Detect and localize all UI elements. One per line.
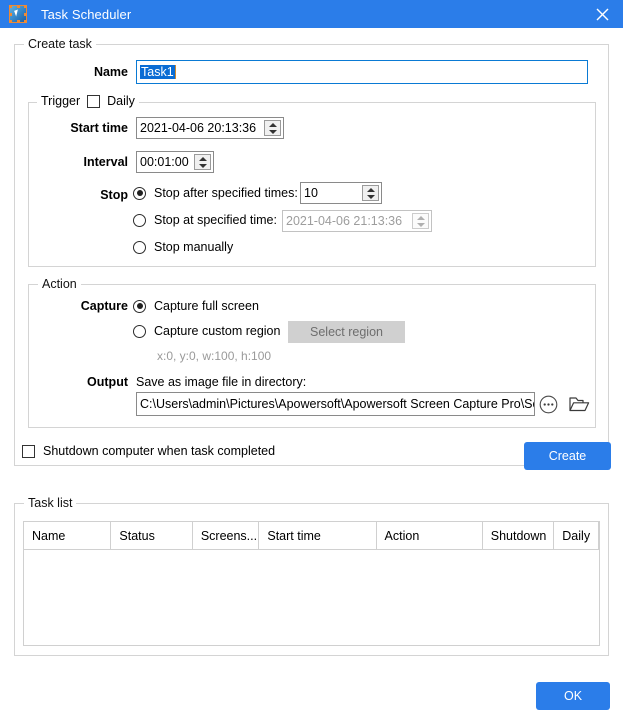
screen-capture-crop-icon [9, 5, 27, 23]
select-region-button[interactable]: Select region [288, 321, 405, 343]
interval-label: Interval [83, 155, 128, 169]
stop-at-time-spinner[interactable] [412, 213, 429, 229]
capture-label: Capture [80, 299, 128, 313]
output-path-input[interactable]: C:\Users\admin\Pictures\Apowersoft\Apowe… [136, 392, 535, 416]
name-label: Name [93, 65, 128, 79]
trigger-group-label: Trigger [41, 94, 81, 108]
capture-full-screen-option[interactable]: Capture full screen [133, 299, 259, 313]
ellipsis-circle-icon[interactable] [538, 394, 558, 414]
table-header-name[interactable]: Name [24, 522, 112, 549]
stop-times-spinner[interactable] [362, 185, 379, 201]
start-time-value: 2021-04-06 20:13:36 [140, 121, 257, 135]
capture-full-screen-radio[interactable] [133, 299, 146, 313]
capture-full-screen-label: Capture full screen [154, 299, 259, 313]
output-caption: Save as image file in directory: [136, 375, 307, 389]
table-header-daily[interactable]: Daily [554, 522, 599, 549]
stop-times-spin-down[interactable] [363, 193, 378, 200]
table-header-action[interactable]: Action [377, 522, 483, 549]
capture-custom-region-option[interactable]: Capture custom region [133, 324, 280, 338]
table-header-label: Start time [267, 528, 321, 543]
start-time-spin-up[interactable] [265, 121, 280, 128]
table-header-status[interactable]: Status [111, 522, 193, 549]
interval-spinner[interactable] [194, 154, 211, 170]
output-label: Output [87, 375, 128, 389]
shutdown-checkbox[interactable] [22, 444, 35, 458]
stop-after-times-option[interactable]: Stop after specified times: [133, 186, 298, 200]
table-header-label: Shutdown [490, 528, 547, 543]
stop-at-time-value: 2021-04-06 21:13:36 [286, 214, 403, 228]
stop-after-times-label: Stop after specified times: [154, 186, 298, 200]
table-header-label: Status [119, 528, 155, 543]
task-list-table: Name Status Screens... Start time Action Shut… [23, 521, 600, 646]
table-header-label: Daily [562, 528, 591, 543]
capture-custom-region-radio[interactable] [133, 324, 146, 338]
name-input[interactable]: Task1 [136, 60, 588, 84]
create-button[interactable]: Create [524, 442, 611, 470]
start-time-spin-down[interactable] [265, 128, 280, 135]
stop-after-times-radio[interactable] [133, 186, 146, 200]
task-list-group-label: Task list [24, 496, 77, 510]
start-time-spinner[interactable] [264, 120, 281, 136]
stop-manually-option[interactable]: Stop manually [133, 240, 233, 254]
stop-at-time-option[interactable]: Stop at specified time: [133, 213, 277, 227]
create-task-group-label: Create task [24, 37, 96, 51]
stop-at-time-label: Stop at specified time: [154, 213, 277, 227]
close-icon[interactable] [581, 0, 623, 28]
table-header-label: Action [384, 528, 420, 543]
task-list-header-row: Name Status Screens... Start time Action Shut… [24, 522, 599, 550]
shutdown-option[interactable]: Shutdown computer when task completed [22, 444, 275, 458]
table-header-shutdown[interactable]: Shutdown [483, 522, 555, 549]
output-path-value: C:\Users\admin\Pictures\Apowersoft\Apowe… [140, 397, 535, 411]
table-header-label: Screens... [200, 528, 258, 543]
stop-label: Stop [100, 188, 128, 202]
shutdown-label: Shutdown computer when task completed [43, 444, 276, 458]
region-info-text: x:0, y:0, w:100, h:100 [157, 349, 272, 363]
capture-custom-region-label: Capture custom region [154, 324, 281, 338]
daily-label: Daily [107, 94, 135, 108]
stop-manually-label: Stop manually [154, 240, 234, 254]
title-bar: Task Scheduler [0, 0, 623, 28]
action-group-label: Action [38, 277, 81, 291]
table-header-label: Name [32, 528, 66, 543]
stop-at-time-input[interactable]: 2021-04-06 21:13:36 [282, 210, 432, 232]
stop-at-time-radio[interactable] [133, 213, 146, 227]
stop-times-spin-up[interactable] [363, 186, 378, 193]
stop-at-time-spin-up[interactable] [413, 214, 428, 221]
table-header-screens[interactable]: Screens... [193, 522, 260, 549]
ok-button[interactable]: OK [536, 682, 610, 710]
stop-manually-radio[interactable] [133, 240, 146, 254]
interval-value: 00:01:00 [140, 155, 189, 169]
start-time-input[interactable]: 2021-04-06 20:13:36 [136, 117, 284, 139]
table-header-start-time[interactable]: Start time [259, 522, 377, 549]
stop-times-input[interactable]: 10 [300, 182, 382, 204]
name-input-value: Task1 [140, 65, 175, 79]
window-title: Task Scheduler [41, 6, 132, 22]
trigger-group-label-wrap: Trigger Daily [37, 94, 139, 108]
start-time-label: Start time [70, 121, 128, 135]
stop-times-value: 10 [304, 186, 318, 200]
daily-checkbox[interactable] [87, 94, 101, 108]
open-folder-icon[interactable] [568, 394, 590, 414]
interval-spin-down[interactable] [195, 162, 210, 169]
stop-at-time-spin-down[interactable] [413, 221, 428, 228]
interval-spin-up[interactable] [195, 155, 210, 162]
interval-input[interactable]: 00:01:00 [136, 151, 214, 173]
